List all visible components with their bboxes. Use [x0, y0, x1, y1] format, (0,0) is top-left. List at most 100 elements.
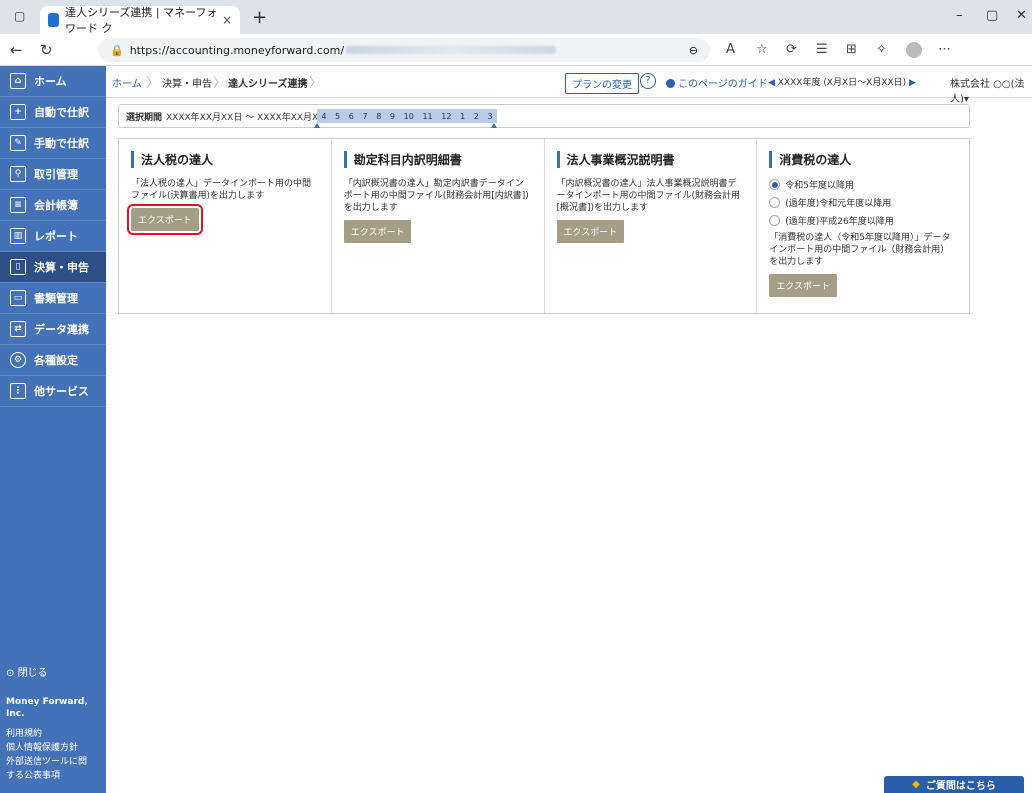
transactions-icon: ⚲: [10, 166, 26, 182]
export-button-business-overview[interactable]: エクスポート: [556, 220, 625, 243]
minimize-icon[interactable]: –: [956, 8, 963, 23]
sidebar-item-auto-journal[interactable]: + 自動で仕訳: [0, 97, 106, 128]
period-selector: 選択期間 XXXX年XX月XX日 ～ XXXX年XX月XX日 4 5 6 7 8 …: [118, 104, 970, 128]
fiscal-period-nav[interactable]: ◀ XXXX年度 (X月X日～X月XX日) ▶: [768, 75, 916, 88]
help-icon[interactable]: ?: [640, 73, 656, 89]
card-consumption-tax: 消費税の達人 令和5年度以降用 (過年度)令和元年度以降用 (過年度)平成26年…: [757, 139, 969, 313]
month-tick: 11: [422, 111, 433, 121]
page-guide-link[interactable]: このページのガイド: [666, 75, 768, 90]
refresh-tab-icon[interactable]: ⟳: [786, 42, 797, 57]
lock-icon: 🔒: [110, 43, 124, 57]
sidebar: ⌂ ホーム + 自動で仕訳 ✎ 手動で仕訳 ⚲ 取引管理 ≡ 会計帳簿 ▥ レポート ▯ 決算…: [0, 66, 106, 793]
period-label: 選択期間 XXXX年XX月XX日 ～ XXXX年XX月XX日: [126, 113, 334, 123]
browser-tab[interactable]: 達人シリーズ連携 | マネーフォワード ク ×: [40, 6, 240, 35]
new-tab-button[interactable]: +: [252, 7, 267, 28]
month-tick: 3: [487, 111, 493, 121]
auto-journal-icon: +: [10, 104, 26, 120]
home-icon: ⌂: [10, 73, 26, 89]
month-tick: 2: [473, 111, 479, 121]
export-button-consumption-tax[interactable]: エクスポート: [769, 274, 837, 297]
sidebar-item-settlement[interactable]: ▯ 決算・申告: [0, 252, 106, 283]
card-description: 「内訳概況書の達人」法人事業概況説明書データインポート用の中間ファイル(財務会計…: [556, 179, 741, 213]
radio-button[interactable]: [769, 215, 781, 226]
range-start-handle[interactable]: [314, 123, 320, 128]
gear-icon: ⚙: [10, 352, 26, 368]
tab-actions-icon[interactable]: ▢: [14, 9, 25, 23]
company-name: Money Forward, Inc.: [6, 697, 88, 719]
link-privacy[interactable]: 個人情報保護方針: [6, 742, 106, 754]
link-terms[interactable]: 利用規約: [6, 728, 106, 740]
sidebar-item-documents[interactable]: ▭ 書類管理: [0, 283, 106, 314]
month-tick: 4: [321, 111, 327, 121]
month-tick: 8: [376, 111, 382, 121]
favorite-icon[interactable]: ☆: [756, 42, 768, 57]
range-end-handle[interactable]: [491, 123, 497, 128]
read-aloud-icon[interactable]: A: [726, 42, 735, 57]
link-external-2[interactable]: する公表事項: [6, 770, 106, 782]
export-button-account-details[interactable]: エクスポート: [343, 220, 412, 243]
month-tick: 6: [348, 111, 354, 121]
month-range-slider[interactable]: 4 5 6 7 8 9 10 11 12 1 2 3: [317, 109, 497, 123]
prev-period-icon[interactable]: ◀: [768, 78, 778, 88]
beginner-mark-icon: ◆: [912, 779, 920, 790]
month-tick: 9: [389, 111, 395, 121]
profile-icon[interactable]: [906, 42, 922, 58]
sidebar-item-data-link[interactable]: ⇄ データ連携: [0, 314, 106, 345]
month-tick: 10: [403, 111, 414, 121]
more-icon[interactable]: ⋯: [938, 42, 951, 57]
url-field[interactable]: 🔒 https://accounting.moneyforward.com/ ⊖: [98, 38, 710, 62]
favorites-list-icon[interactable]: ☰: [816, 42, 828, 57]
breadcrumb-current: 達人シリーズ連携: [228, 79, 308, 90]
card-title: 法人事業概況説明書: [556, 151, 745, 168]
collections-icon[interactable]: ⊞: [846, 42, 857, 57]
settlement-icon: ▯: [10, 259, 26, 275]
zoom-icon[interactable]: ⊖: [689, 44, 698, 57]
close-window-icon[interactable]: ✕: [1016, 8, 1027, 23]
radio-button[interactable]: [769, 179, 781, 190]
sidebar-footer: ⊙ 閉じる Money Forward, Inc. 利用規約 個人情報保護方針 …: [6, 668, 106, 784]
sidebar-item-transactions[interactable]: ⚲ 取引管理: [0, 159, 106, 190]
manual-journal-icon: ✎: [10, 135, 26, 151]
sidebar-item-ledger[interactable]: ≡ 会計帳簿: [0, 190, 106, 221]
breadcrumb-separator: 〉: [146, 76, 160, 91]
sidebar-item-home[interactable]: ⌂ ホーム: [0, 66, 106, 97]
breadcrumb-settlement[interactable]: 決算・申告: [162, 75, 212, 90]
month-tick: 5: [335, 111, 341, 121]
list-icon: ⋮: [10, 383, 26, 399]
tab-title: 達人シリーズ連携 | マネーフォワード ク: [64, 6, 218, 35]
ask-question-button[interactable]: ◆ ご質問はこちら: [884, 776, 1024, 793]
sidebar-item-manual-journal[interactable]: ✎ 手動で仕訳: [0, 128, 106, 159]
folder-icon: ▭: [10, 290, 26, 306]
extension-icon[interactable]: ✧: [876, 42, 887, 57]
link-external-1[interactable]: 外部送信ツールに関: [6, 756, 106, 768]
url-text: https://accounting.moneyforward.com/: [129, 43, 345, 57]
radio-option-r5[interactable]: 令和5年度以降用: [769, 178, 957, 191]
card-description: 「内訳概況書の達人」勘定内訳書データインポート用の中間ファイル(財務会計用[内訳…: [343, 179, 529, 213]
company-selector[interactable]: 株式会社 ○○(法人)▾: [950, 75, 1032, 105]
sidebar-item-settings[interactable]: ⚙ 各種設定: [0, 345, 106, 376]
back-icon[interactable]: ←: [10, 41, 23, 59]
sidebar-item-report[interactable]: ▥ レポート: [0, 221, 106, 252]
card-title: 消費税の達人: [769, 151, 957, 168]
data-link-icon: ⇄: [10, 321, 26, 337]
close-sidebar-icon: ⊙: [6, 668, 18, 679]
plan-change-button[interactable]: プランの変更: [565, 73, 639, 94]
radio-option-h26[interactable]: (過年度)平成26年度以降用: [769, 214, 957, 227]
breadcrumb-separator: 〉: [309, 76, 323, 91]
favicon-icon: [48, 13, 59, 27]
sidebar-close[interactable]: ⊙ 閉じる: [6, 668, 106, 680]
breadcrumb-separator: 〉: [213, 76, 227, 91]
sidebar-item-other-services[interactable]: ⋮ 他サービス: [0, 376, 106, 407]
reload-icon[interactable]: ↻: [40, 41, 53, 59]
breadcrumb-home[interactable]: ホーム: [112, 75, 142, 90]
tab-close-icon[interactable]: ×: [222, 13, 232, 27]
browser-tab-bar: ▢ 達人シリーズ連携 | マネーフォワード ク × + – ▢ ✕: [0, 0, 1032, 35]
card-corporate-tax: 法人税の達人 「法人税の達人」データインポート用の中間ファイル(決算書用)を出力…: [119, 139, 332, 313]
next-period-icon[interactable]: ▶: [906, 78, 916, 88]
restore-icon[interactable]: ▢: [986, 8, 998, 23]
card-description: 「消費税の達人（令和5年度以降用）」データインポート用の中間ファイル（財務会計用…: [769, 233, 951, 267]
month-tick: 12: [441, 111, 452, 121]
radio-button[interactable]: [769, 197, 781, 208]
radio-option-r1[interactable]: (過年度)令和元年度以降用: [769, 196, 957, 209]
export-button-corporate-tax[interactable]: エクスポート: [127, 204, 203, 235]
